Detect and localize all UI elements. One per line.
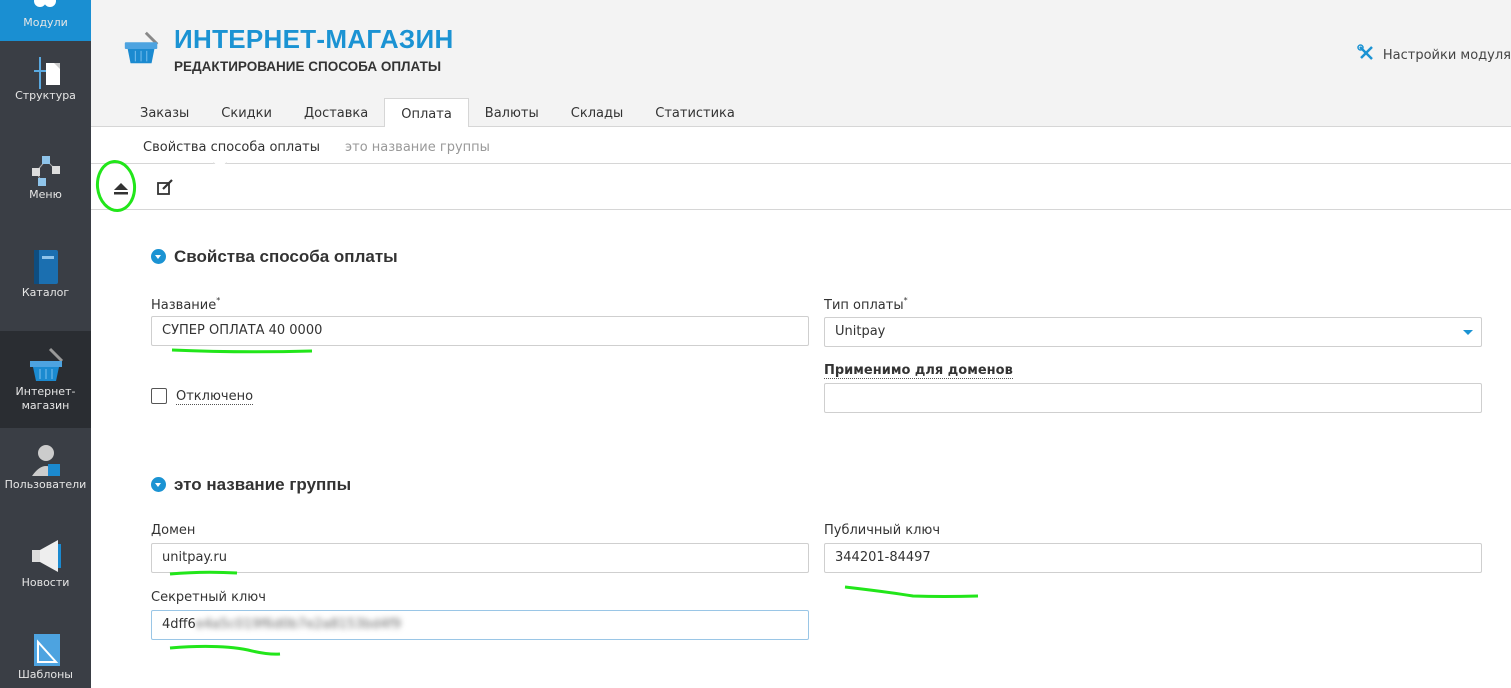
- sidebar-item-catalog[interactable]: Каталог: [0, 248, 91, 308]
- catalog-book-icon: [33, 250, 58, 284]
- sidebar-item-menu[interactable]: Меню: [0, 154, 91, 214]
- subtab-payment-properties[interactable]: Свойства способа оплаты: [143, 140, 320, 155]
- tab-delivery[interactable]: Доставка: [288, 98, 384, 127]
- name-label: Название*: [151, 296, 221, 313]
- tab-statistics[interactable]: Статистика: [639, 98, 751, 127]
- tab-discounts[interactable]: Скидки: [205, 98, 288, 127]
- sidebar-item-label: Меню: [29, 188, 62, 201]
- modules-icon: [34, 0, 56, 7]
- blurred-secret: e4a5c019f6d0b7e2a8153bd4f9: [195, 617, 402, 632]
- payment-type-label: Тип оплаты*: [824, 296, 908, 313]
- public-key-field[interactable]: 344201-84497: [824, 543, 1482, 573]
- sidebar-item-label: Шаблоны: [18, 668, 73, 681]
- user-icon: [31, 445, 60, 476]
- required-mark: *: [216, 296, 221, 305]
- module-settings-link[interactable]: Настройки модуля: [1357, 44, 1511, 63]
- domain-label: Домен: [151, 523, 196, 538]
- secret-key-label: Секретный ключ: [151, 590, 266, 605]
- subtab-group-name[interactable]: это название группы: [345, 140, 490, 155]
- subtabs: Свойства способа оплаты это название гру…: [91, 127, 1511, 171]
- tab-currencies[interactable]: Валюты: [469, 98, 555, 127]
- megaphone-icon: [31, 540, 61, 572]
- tab-orders[interactable]: Заказы: [124, 98, 205, 127]
- payment-type-select[interactable]: Unitpay: [824, 317, 1482, 347]
- page-subtitle: РЕДАКТИРОВАНИЕ СПОСОБА ОПЛАТЫ: [174, 59, 442, 74]
- tab-payment[interactable]: Оплата: [384, 98, 469, 128]
- annotation-underline: [844, 585, 979, 598]
- required-mark: *: [903, 296, 908, 305]
- edit-icon: [157, 179, 173, 195]
- shop-basket-icon: [29, 347, 63, 381]
- page-title: ИНТЕРНЕТ-МАГАЗИН: [174, 24, 454, 54]
- sidebar-item-users[interactable]: Пользователи: [0, 442, 91, 502]
- sidebar-item-label: Интернет-магазин: [15, 385, 76, 412]
- page-header: ИНТЕРНЕТ-МАГАЗИН РЕДАКТИРОВАНИЕ СПОСОБА …: [91, 0, 1511, 128]
- annotation-underline: [169, 644, 281, 656]
- domains-label[interactable]: Применимо для доменов: [824, 363, 1013, 379]
- disabled-label[interactable]: Отключено: [176, 389, 254, 405]
- eject-icon: [114, 183, 128, 195]
- section-title-group-name[interactable]: это название группы: [151, 475, 351, 495]
- sidebar: Модули Структура Меню Каталог Интернет-м…: [0, 0, 91, 688]
- sidebar-item-label: Пользователи: [4, 478, 87, 491]
- tools-icon: [1357, 44, 1373, 60]
- toolbar: [91, 164, 1511, 210]
- template-icon: [33, 634, 60, 666]
- sidebar-item-shop[interactable]: Интернет-магазин: [0, 331, 91, 428]
- sidebar-item-templates[interactable]: Шаблоны: [0, 632, 91, 688]
- domains-field[interactable]: [824, 383, 1482, 413]
- menu-tree-icon: [31, 156, 60, 186]
- sidebar-item-label: Модули: [23, 16, 68, 29]
- main-tabs: Заказы Скидки Доставка Оплата Валюты Скл…: [124, 98, 751, 128]
- tab-warehouses[interactable]: Склады: [555, 98, 639, 127]
- secret-key-field[interactable]: 4dff6e4a5c019f6d0b7e2a8153bd4f9: [151, 610, 809, 640]
- chevron-down-icon: [1463, 330, 1473, 335]
- shop-basket-icon: [124, 31, 159, 64]
- disabled-checkbox[interactable]: [151, 388, 167, 404]
- structure-icon: [33, 57, 60, 89]
- edit-button[interactable]: [153, 176, 177, 200]
- annotation-underline: [171, 348, 313, 354]
- collapse-arrow-icon[interactable]: [151, 249, 166, 264]
- public-key-label: Публичный ключ: [824, 523, 941, 538]
- sidebar-item-label: Структура: [15, 89, 76, 102]
- sidebar-item-label: Каталог: [21, 286, 70, 299]
- name-field[interactable]: СУПЕР ОПЛАТА 40 0000: [151, 316, 809, 346]
- settings-label: Настройки модуля: [1382, 48, 1511, 63]
- sidebar-item-news[interactable]: Новости: [0, 538, 91, 598]
- sidebar-item-label: Новости: [21, 576, 70, 589]
- collapse-button[interactable]: [109, 176, 133, 200]
- sidebar-item-modules[interactable]: Модули: [0, 0, 91, 41]
- collapse-arrow-icon[interactable]: [151, 477, 166, 492]
- domain-field[interactable]: unitpay.ru: [151, 543, 809, 573]
- section-title-payment-properties[interactable]: Свойства способа оплаты: [151, 247, 398, 267]
- sidebar-item-structure[interactable]: Структура: [0, 57, 91, 117]
